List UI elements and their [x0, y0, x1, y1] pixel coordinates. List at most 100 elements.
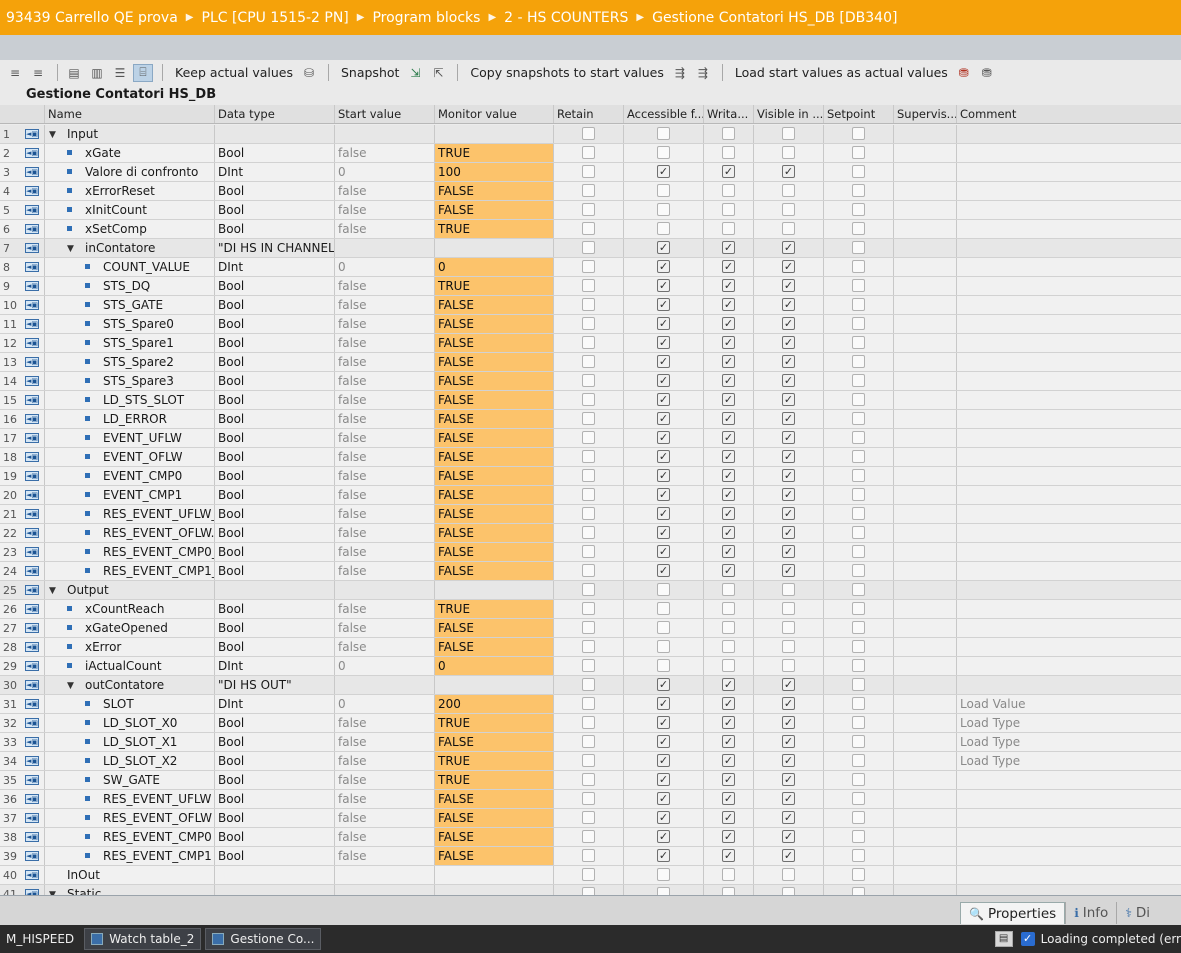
checkbox-setp[interactable] — [852, 374, 865, 387]
collapse-arrow-icon[interactable]: ▼ — [49, 126, 56, 143]
cell-start[interactable]: false — [335, 828, 435, 846]
cell-type[interactable]: Bool — [215, 372, 335, 390]
checkbox-setp[interactable] — [852, 127, 865, 140]
cell-start[interactable]: 0 — [335, 657, 435, 675]
checkbox-wri[interactable]: ✓ — [722, 526, 735, 539]
cell-start[interactable]: false — [335, 562, 435, 580]
cell-name[interactable]: ▼ inContatore — [45, 239, 215, 257]
checkbox-vis[interactable] — [782, 887, 795, 895]
cell-start[interactable]: false — [335, 220, 435, 238]
checkbox-setp[interactable] — [852, 203, 865, 216]
table-row[interactable]: 1 ◄▣ ▼ Input — [0, 125, 1181, 144]
cell-start[interactable]: false — [335, 448, 435, 466]
checkbox-vis[interactable]: ✓ — [782, 279, 795, 292]
collapse-arrow-icon[interactable]: ▼ — [49, 582, 56, 599]
cell-start[interactable]: false — [335, 638, 435, 656]
cell-comment[interactable]: Load Value — [957, 695, 1181, 713]
table-row[interactable]: 35 ◄▣ SW_GATE Bool false TRUE ✓ ✓ ✓ — [0, 771, 1181, 790]
cell-name[interactable]: ▼ Static — [45, 885, 215, 895]
checkbox-acc[interactable]: ✓ — [657, 412, 670, 425]
checkbox-setp[interactable] — [852, 602, 865, 615]
cell-type[interactable]: Bool — [215, 315, 335, 333]
cell-name[interactable]: xSetComp — [45, 220, 215, 238]
checkbox-setp[interactable] — [852, 678, 865, 691]
cell-monitor[interactable]: FALSE — [435, 182, 554, 200]
checkbox-retain[interactable] — [582, 792, 595, 805]
collapse-all-icon[interactable]: ▥ — [87, 64, 107, 82]
checkbox-retain[interactable] — [582, 336, 595, 349]
checkbox-wri[interactable]: ✓ — [722, 488, 735, 501]
checkbox-vis[interactable] — [782, 868, 795, 881]
checkbox-acc[interactable] — [657, 621, 670, 634]
checkbox-setp[interactable] — [852, 830, 865, 843]
table-row[interactable]: 32 ◄▣ LD_SLOT_X0 Bool false TRUE ✓ ✓ ✓ Load Type — [0, 714, 1181, 733]
cell-monitor[interactable]: 200 — [435, 695, 554, 713]
checkbox-acc[interactable]: ✓ — [657, 469, 670, 482]
header-writable[interactable]: Writa... — [704, 105, 754, 123]
cell-comment[interactable] — [957, 448, 1181, 466]
tab-properties[interactable]: 🔍 Properties — [960, 902, 1066, 924]
expand-all-icon[interactable]: ▤ — [64, 64, 84, 82]
cell-name[interactable]: RES_EVENT_UFLW — [45, 790, 215, 808]
cell-type[interactable]: Bool — [215, 752, 335, 770]
cell-start[interactable]: false — [335, 429, 435, 447]
checkbox-wri[interactable]: ✓ — [722, 393, 735, 406]
cell-name[interactable]: xGateOpened — [45, 619, 215, 637]
tab-info[interactable]: ℹ Info — [1065, 902, 1117, 924]
cell-name[interactable]: LD_SLOT_X0 — [45, 714, 215, 732]
checkbox-vis[interactable] — [782, 184, 795, 197]
checkbox-retain[interactable] — [582, 393, 595, 406]
cell-monitor[interactable] — [435, 239, 554, 257]
cell-name[interactable]: STS_Spare3 — [45, 372, 215, 390]
checkbox-wri[interactable] — [722, 222, 735, 235]
cell-monitor[interactable]: FALSE — [435, 828, 554, 846]
checkbox-vis[interactable]: ✓ — [782, 773, 795, 786]
breadcrumb-item[interactable]: PLC [CPU 1515-2 PN] — [202, 10, 349, 26]
cell-type[interactable]: Bool — [215, 467, 335, 485]
cell-start[interactable]: false — [335, 144, 435, 162]
cell-monitor[interactable]: FALSE — [435, 391, 554, 409]
checkbox-setp[interactable] — [852, 735, 865, 748]
cell-name[interactable]: SW_GATE — [45, 771, 215, 789]
header-data-type[interactable]: Data type — [215, 105, 335, 123]
table-row[interactable]: 2 ◄▣ xGate Bool false TRUE — [0, 144, 1181, 163]
cell-comment[interactable]: Load Type — [957, 714, 1181, 732]
checkbox-wri[interactable]: ✓ — [722, 735, 735, 748]
cell-comment[interactable] — [957, 581, 1181, 599]
cell-name[interactable]: xError — [45, 638, 215, 656]
checkbox-setp[interactable] — [852, 469, 865, 482]
checkbox-vis[interactable] — [782, 203, 795, 216]
checkbox-acc[interactable]: ✓ — [657, 811, 670, 824]
insert-row-icon[interactable]: ≡ — [5, 64, 25, 82]
checkbox-vis[interactable] — [782, 602, 795, 615]
cell-monitor[interactable]: FALSE — [435, 315, 554, 333]
checkbox-wri[interactable] — [722, 127, 735, 140]
cell-monitor[interactable]: TRUE — [435, 752, 554, 770]
cell-start[interactable]: false — [335, 752, 435, 770]
checkbox-acc[interactable] — [657, 602, 670, 615]
cell-monitor[interactable]: TRUE — [435, 144, 554, 162]
checkbox-vis[interactable]: ✓ — [782, 678, 795, 691]
cell-type[interactable]: "DI HS OUT" — [215, 676, 335, 694]
cell-comment[interactable] — [957, 391, 1181, 409]
cell-comment[interactable] — [957, 201, 1181, 219]
checkbox-acc[interactable]: ✓ — [657, 716, 670, 729]
checkbox-retain[interactable] — [582, 146, 595, 159]
cell-type[interactable]: Bool — [215, 847, 335, 865]
table-row[interactable]: 8 ◄▣ COUNT_VALUE DInt 0 0 ✓ ✓ ✓ — [0, 258, 1181, 277]
checkbox-acc[interactable] — [657, 659, 670, 672]
cell-name[interactable]: RES_EVENT_CMP1_ — [45, 562, 215, 580]
checkbox-setp[interactable] — [852, 697, 865, 710]
cell-start[interactable] — [335, 581, 435, 599]
table-row[interactable]: 34 ◄▣ LD_SLOT_X2 Bool false TRUE ✓ ✓ ✓ Load Type — [0, 752, 1181, 771]
cell-comment[interactable] — [957, 505, 1181, 523]
checkbox-acc[interactable]: ✓ — [657, 773, 670, 786]
checkbox-acc[interactable] — [657, 127, 670, 140]
cell-type[interactable]: Bool — [215, 277, 335, 295]
cell-type[interactable]: Bool — [215, 296, 335, 314]
checkbox-wri[interactable] — [722, 868, 735, 881]
checkbox-setp[interactable] — [852, 507, 865, 520]
table-row[interactable]: 25 ◄▣ ▼ Output — [0, 581, 1181, 600]
cell-type[interactable]: Bool — [215, 524, 335, 542]
cell-start[interactable] — [335, 676, 435, 694]
